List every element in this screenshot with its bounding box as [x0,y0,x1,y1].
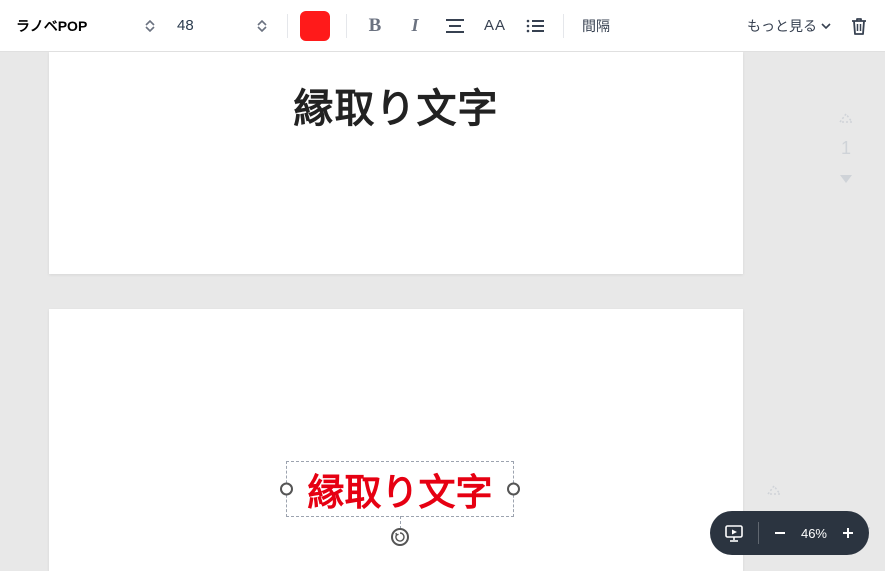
selected-text-content[interactable]: 縁取り文字 [308,462,493,516]
list-button[interactable] [517,8,553,44]
toolbar: ラノベPOP 48 B I AA 間隔 もっと見る [0,0,885,52]
canvas-area[interactable]: 縁取り文字 縁取り文字 1 2 [0,52,885,571]
more-label-text: もっと見る [747,16,817,36]
stepper-icon [257,20,267,32]
text-color-swatch[interactable] [300,11,330,41]
text-case-button[interactable]: AA [477,8,513,44]
align-button[interactable] [437,8,473,44]
chevron-down-icon [821,23,831,29]
resize-handle-right[interactable] [507,483,520,496]
more-button[interactable]: もっと見る [741,16,837,36]
stepper-icon [145,20,155,32]
font-family-select[interactable]: ラノベPOP [8,8,163,44]
text-element[interactable]: 縁取り文字 [49,76,743,134]
page-1[interactable]: 縁取り文字 [49,52,743,274]
move-down-icon[interactable] [837,171,855,185]
move-up-icon[interactable] [765,484,783,498]
rotate-icon [395,532,405,542]
list-icon [526,19,544,33]
divider [346,14,347,38]
rotate-handle[interactable] [391,528,409,546]
italic-button[interactable]: I [397,8,433,44]
zoom-in-button[interactable] [841,526,855,540]
divider [563,14,564,38]
align-center-icon [446,19,464,33]
page-number: 1 [841,138,851,159]
resize-handle-left[interactable] [280,483,293,496]
page-1-side-controls: 1 [837,112,855,185]
page-2[interactable]: 縁取り文字 [49,309,743,571]
divider [287,14,288,38]
divider [758,522,759,544]
selected-text-box[interactable]: 縁取り文字 [286,461,514,517]
zoom-level[interactable]: 46% [801,526,827,541]
presentation-icon[interactable] [724,524,744,542]
delete-button[interactable] [841,8,877,44]
zoom-out-button[interactable] [773,526,787,540]
font-size-select[interactable]: 48 [167,8,277,44]
spacing-button[interactable]: 間隔 [574,16,618,36]
font-size-value: 48 [177,17,194,34]
bold-button[interactable]: B [357,8,393,44]
trash-icon [851,17,867,35]
font-family-label: ラノベPOP [16,16,87,36]
zoom-control: 46% [710,511,869,555]
move-up-icon[interactable] [837,112,855,126]
